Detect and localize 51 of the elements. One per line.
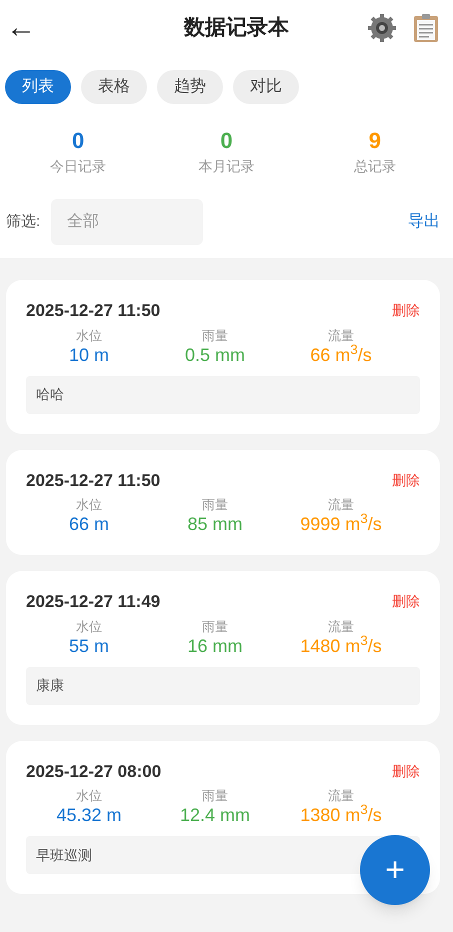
filter-label: 筛选: bbox=[6, 212, 40, 232]
metric-value: 45.32 m bbox=[56, 804, 122, 826]
metric-label: 雨量 bbox=[202, 328, 228, 344]
record-time: 2025-12-27 08:00 bbox=[26, 760, 162, 782]
delete-button[interactable]: 删除 bbox=[392, 591, 420, 612]
metric-value: 66 m bbox=[68, 513, 110, 535]
page-title: 数据记录本 bbox=[184, 15, 289, 42]
export-link[interactable]: 导出 bbox=[408, 210, 440, 234]
metric-value: 1480 m$^{3}$/s bbox=[300, 634, 382, 656]
metric-value: 0.5 mm bbox=[184, 344, 245, 366]
metric-label: 流量 bbox=[328, 497, 354, 513]
metric-value: 9999 m$^{3}$/s bbox=[300, 513, 382, 535]
metric-label: 水位 bbox=[76, 788, 102, 804]
stat-value: 0 bbox=[72, 128, 84, 154]
record-time: 2025-12-27 11:50 bbox=[26, 470, 160, 492]
metric-value: 66 m$^{3}$/s bbox=[310, 344, 372, 366]
tab[interactable]: 列表 bbox=[5, 70, 71, 104]
stat-value: 0 bbox=[220, 128, 233, 154]
delete-button[interactable]: 删除 bbox=[392, 300, 420, 322]
metric-value: 12.4 mm bbox=[180, 804, 250, 826]
metric-label: 雨量 bbox=[202, 618, 228, 634]
delete-button[interactable]: 删除 bbox=[392, 470, 420, 491]
metric-value: 10 m bbox=[68, 344, 110, 366]
delete-button[interactable]: 删除 bbox=[392, 760, 420, 782]
clipboard-icon[interactable] bbox=[413, 13, 439, 43]
settings-icon[interactable] bbox=[367, 13, 397, 43]
metric-value: 1380 m$^{3}$/s bbox=[300, 804, 382, 826]
metric-label: 雨量 bbox=[202, 788, 228, 804]
tab[interactable]: 趋势 bbox=[157, 70, 223, 104]
tab[interactable]: 表格 bbox=[81, 70, 147, 104]
metric-value: 16 mm bbox=[187, 634, 242, 656]
stat-value: 9 bbox=[368, 128, 381, 154]
record-time: 2025-12-27 11:50 bbox=[26, 300, 160, 322]
record-note: 哈哈 bbox=[26, 376, 420, 414]
stat-label: 总记录 bbox=[354, 157, 396, 176]
record-note: 康康 bbox=[26, 666, 420, 704]
stat-label: 本月记录 bbox=[198, 157, 254, 176]
metric-label: 流量 bbox=[328, 328, 354, 344]
metric-value: 55 m bbox=[68, 634, 110, 656]
filter-dropdown[interactable]: 全部 bbox=[51, 199, 204, 245]
metric-label: 水位 bbox=[76, 328, 102, 344]
back-button[interactable]: ← bbox=[6, 13, 46, 43]
metric-label: 流量 bbox=[328, 618, 354, 634]
metric-label: 水位 bbox=[76, 618, 102, 634]
record-time: 2025-12-27 11:49 bbox=[26, 591, 160, 613]
metric-label: 流量 bbox=[328, 788, 354, 804]
stat-label: 今日记录 bbox=[50, 157, 106, 176]
metric-label: 雨量 bbox=[202, 497, 228, 513]
tab[interactable]: 对比 bbox=[233, 70, 299, 104]
metric-value: 85 mm bbox=[187, 513, 242, 535]
metric-label: 水位 bbox=[76, 497, 102, 513]
